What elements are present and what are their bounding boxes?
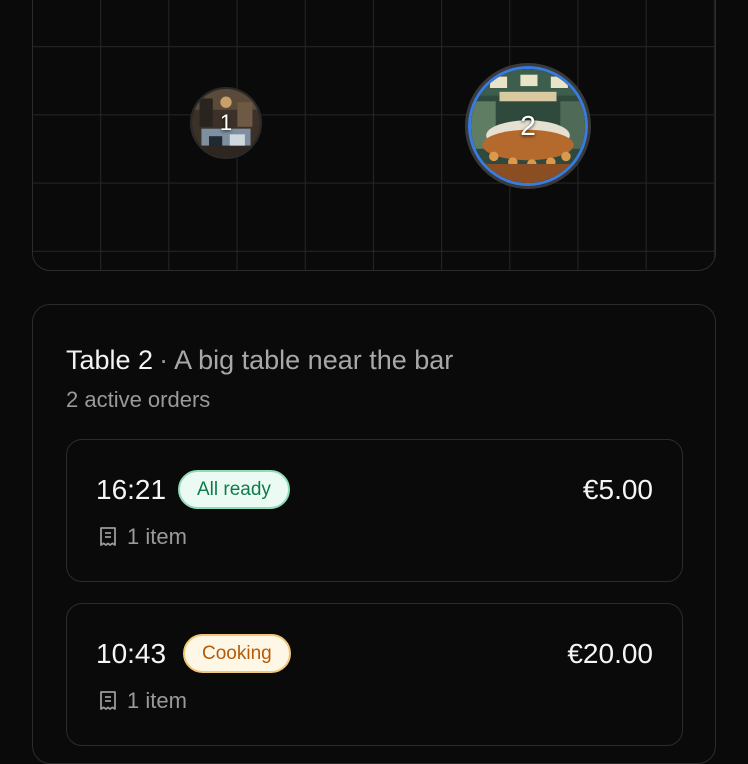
status-badge: Cooking [183, 634, 291, 673]
order-time: 16:21 [96, 474, 167, 505]
table-marker-1[interactable]: 1 [190, 87, 262, 159]
table-name: Table 2 [66, 345, 154, 375]
order-price: €5.00 [582, 474, 653, 505]
order-items: 1 item [98, 688, 187, 714]
table-title: Table 2 · A big table near the bar [66, 345, 453, 376]
order-items-count: 1 item [127, 688, 187, 713]
active-orders-count: 2 active orders [66, 387, 211, 412]
title-separator: · [159, 345, 169, 375]
receipt-icon [100, 527, 116, 546]
status-badge: All ready [178, 470, 290, 509]
order-card[interactable]: 10:43 Cooking €20.00 1 item [66, 603, 683, 746]
order-price: €20.00 [567, 638, 653, 669]
floor-plan: 1 2 [32, 0, 716, 271]
receipt-icon [100, 691, 116, 710]
order-card[interactable]: 16:21 All ready €5.00 1 item [66, 439, 683, 582]
table-2-number: 2 [520, 110, 536, 141]
order-items: 1 item [98, 524, 187, 550]
table-description: A big table near the bar [174, 345, 454, 375]
order-items-count: 1 item [127, 524, 187, 549]
table-details-panel: Table 2 · A big table near the bar 2 activ… [32, 304, 716, 764]
table-1-number: 1 [219, 110, 233, 135]
table-marker-2[interactable]: 2 [468, 66, 588, 186]
order-time: 10:43 [96, 638, 167, 669]
